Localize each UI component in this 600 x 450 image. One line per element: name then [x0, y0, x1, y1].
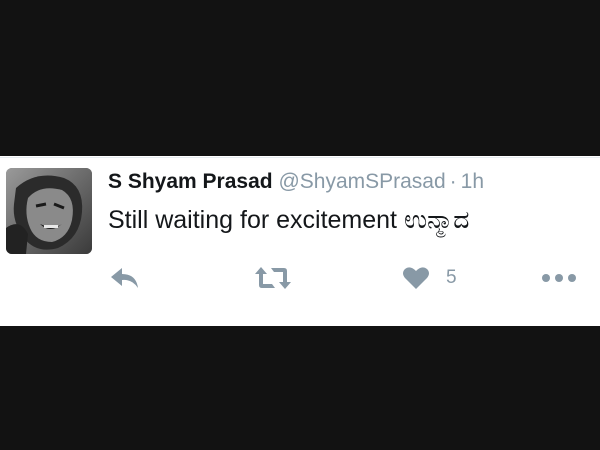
reply-icon [111, 268, 138, 288]
tweet-text: Still waiting for excitement ಉನ್ಮಾದ [108, 206, 470, 234]
tweet-divider [0, 157, 600, 158]
like-count: 5 [446, 267, 457, 288]
timestamp[interactable]: 1h [461, 170, 484, 193]
more-dots-icon [542, 274, 576, 282]
reply-button[interactable] [110, 258, 140, 298]
display-name[interactable]: S Shyam Prasad [108, 170, 273, 193]
tweet-actions: 5 [0, 258, 600, 298]
retweet-button[interactable] [255, 258, 291, 298]
heart-icon [403, 267, 429, 289]
bottom-black-band [0, 326, 600, 450]
tweet-header: S Shyam Prasad @ShyamSPrasad · 1h [108, 168, 484, 196]
avatar-photo [6, 168, 92, 254]
like-button[interactable]: 5 [402, 258, 457, 298]
separator-dot: · [449, 170, 457, 193]
avatar[interactable] [6, 168, 92, 254]
user-handle[interactable]: @ShyamSPrasad [278, 170, 445, 193]
top-black-band [0, 0, 600, 156]
retweet-icon [255, 267, 291, 289]
more-button[interactable] [541, 258, 577, 298]
